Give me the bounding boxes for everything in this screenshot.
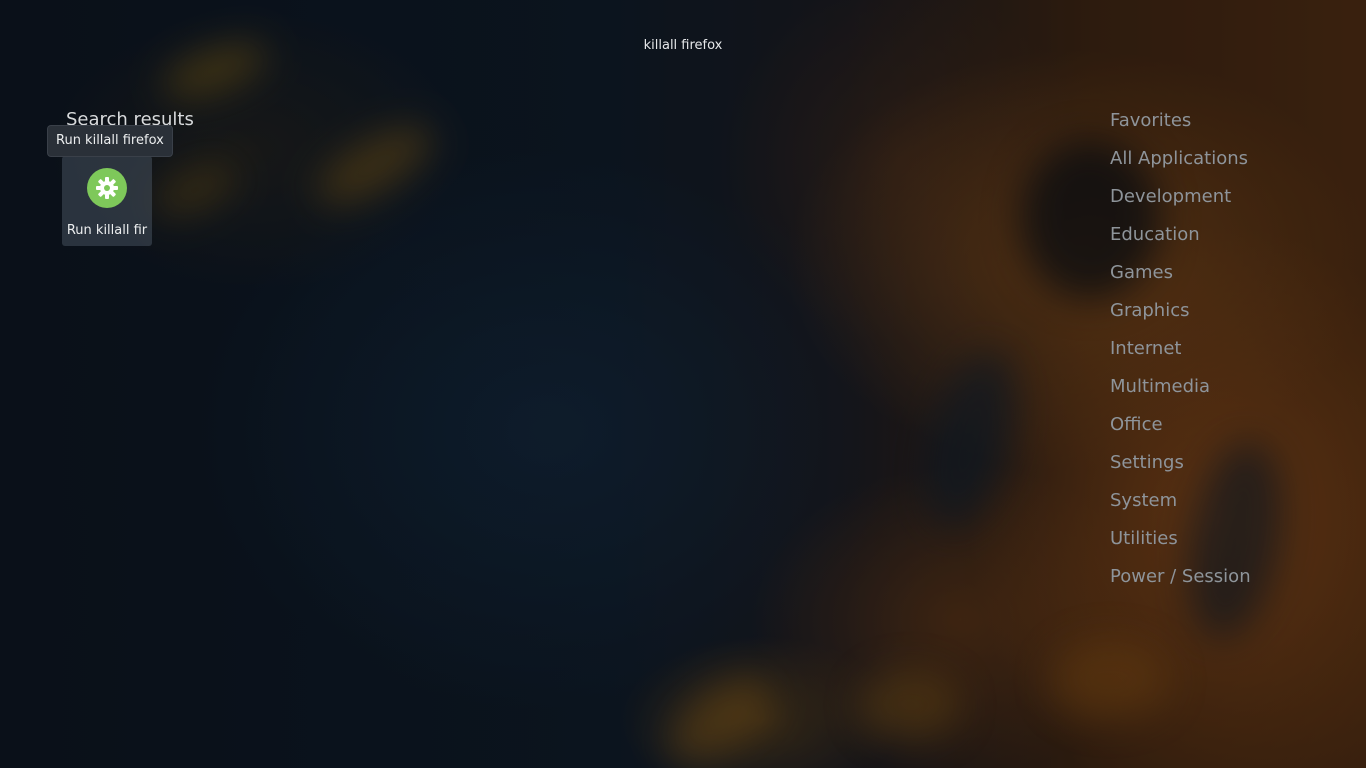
category-education[interactable]: Education [1110,222,1251,260]
search-result-item[interactable]: Run killall fir [62,156,152,246]
category-power-session[interactable]: Power / Session [1110,564,1251,602]
category-all-applications[interactable]: All Applications [1110,146,1251,184]
search-result-label: Run killall fir [66,223,148,238]
category-settings[interactable]: Settings [1110,450,1251,488]
category-internet[interactable]: Internet [1110,336,1251,374]
category-games[interactable]: Games [1110,260,1251,298]
category-utilities[interactable]: Utilities [1110,526,1251,564]
category-graphics[interactable]: Graphics [1110,298,1251,336]
category-favorites[interactable]: Favorites [1110,108,1251,146]
gear-icon [87,168,127,208]
category-list: Favorites All Applications Development E… [1110,108,1251,602]
category-multimedia[interactable]: Multimedia [1110,374,1251,412]
category-development[interactable]: Development [1110,184,1251,222]
search-query[interactable]: killall firefox [0,38,1366,53]
category-office[interactable]: Office [1110,412,1251,450]
category-system[interactable]: System [1110,488,1251,526]
result-tooltip: Run killall firefox [47,125,173,157]
